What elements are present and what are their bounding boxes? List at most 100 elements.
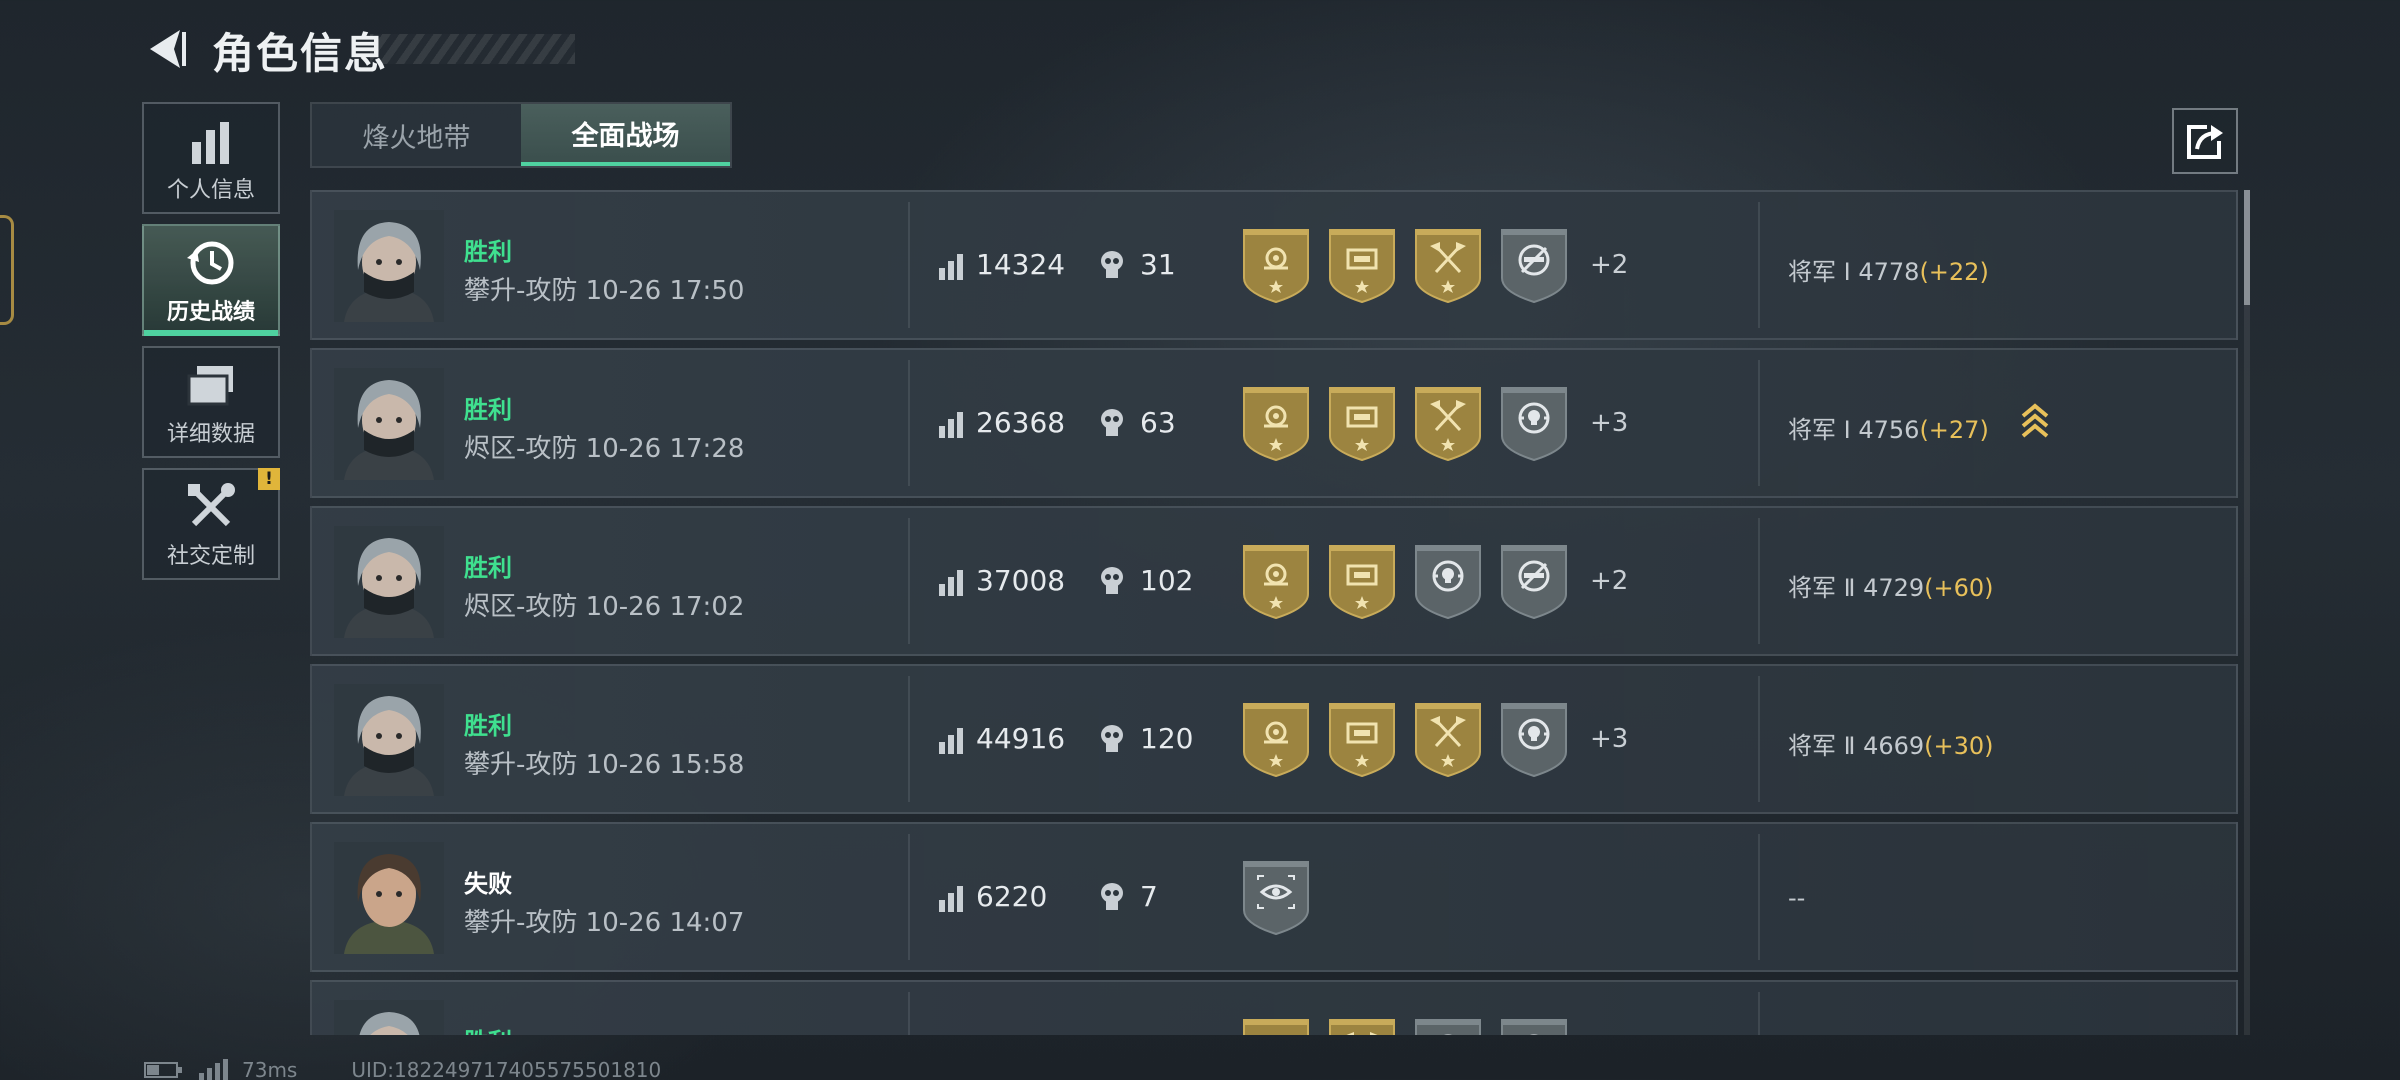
match-time: 10-26 17:28 xyxy=(585,434,745,464)
rank-title: 将军 Ⅰ xyxy=(1788,258,1851,286)
match-row[interactable]: 胜利 烬区-攻防 10-26 17:28 26368 63 +3 将军 Ⅰ 4756(+2… xyxy=(310,348,2238,498)
axe-medal-icon[interactable] xyxy=(1414,702,1482,782)
sidebar-item-match-history[interactable]: 历史战绩 xyxy=(142,224,280,336)
history-clock-icon xyxy=(187,241,234,285)
medal-list xyxy=(1242,702,1568,782)
tab-all-out-warfare[interactable]: 全面战场 xyxy=(521,104,730,166)
avatar xyxy=(334,210,444,322)
match-mode-time: 烬区-攻防 10-26 17:28 xyxy=(464,428,744,465)
folder-stack-icon xyxy=(187,366,233,406)
match-row[interactable]: 胜利 攀升-攻防 10-26 15:58 44916 120 +3 将军 Ⅱ 4669(+… xyxy=(310,664,2238,814)
rose-medal-icon[interactable] xyxy=(1242,544,1310,624)
skull-icon xyxy=(1101,567,1123,594)
score-bars-icon xyxy=(939,886,963,912)
divider xyxy=(908,360,910,486)
skull-icon xyxy=(1101,883,1123,910)
tank-medal-icon[interactable] xyxy=(1328,386,1396,466)
match-row[interactable]: 胜利 xyxy=(310,980,2238,1035)
match-mode: 烬区-攻防 xyxy=(464,434,578,464)
back-arrow-icon xyxy=(150,30,186,68)
rank-info: -- xyxy=(1788,884,1805,912)
rose-medal-icon[interactable] xyxy=(1242,228,1310,308)
edge-decoration xyxy=(0,215,14,325)
gray-no-gun-medal-icon[interactable] xyxy=(1500,1018,1568,1035)
share-button[interactable] xyxy=(2172,108,2238,174)
match-mode-time: 攀升-攻防 10-26 15:58 xyxy=(464,744,744,781)
rank-title: 将军 Ⅱ xyxy=(1788,574,1856,602)
tank-medal-icon[interactable] xyxy=(1242,1018,1310,1035)
gray-no-gun-medal-icon[interactable] xyxy=(1500,544,1568,624)
tools-icon xyxy=(188,483,235,527)
avatar xyxy=(334,368,444,480)
match-kills: 63 xyxy=(1140,406,1176,439)
divider xyxy=(908,676,910,802)
divider xyxy=(1758,360,1760,486)
score-bars-icon xyxy=(939,570,963,596)
match-history-list[interactable]: 胜利 攀升-攻防 10-26 17:50 14324 31 +2 将军 Ⅰ 4778(+2… xyxy=(310,190,2238,1035)
gray-skull-target-medal-icon[interactable] xyxy=(1414,544,1482,624)
divider xyxy=(1758,992,1760,1035)
skull-icon xyxy=(1101,409,1123,436)
rose-medal-icon[interactable] xyxy=(1242,702,1310,782)
signal-icon xyxy=(199,1059,228,1080)
rank-delta: (+22) xyxy=(1919,258,1989,286)
match-result: 胜利 xyxy=(464,712,512,740)
more-medals-count: +2 xyxy=(1590,250,1629,280)
divider xyxy=(1758,518,1760,644)
divider xyxy=(908,992,910,1035)
divider xyxy=(1758,676,1760,802)
sidebar-item-detail-data[interactable]: 详细数据 xyxy=(142,346,280,458)
axe-medal-icon[interactable] xyxy=(1328,1018,1396,1035)
match-mode: 攀升-攻防 xyxy=(464,908,578,938)
title-decoration xyxy=(370,34,575,64)
divider xyxy=(1758,202,1760,328)
tank-medal-icon[interactable] xyxy=(1328,544,1396,624)
more-medals-count: +3 xyxy=(1590,724,1629,754)
sidebar-item-social-custom[interactable]: ! 社交定制 xyxy=(142,468,280,580)
avatar xyxy=(334,684,444,796)
gray-skull-target-medal-icon[interactable] xyxy=(1500,702,1568,782)
skull-icon xyxy=(1101,251,1123,278)
back-button[interactable] xyxy=(140,24,192,74)
gray-skull-target-medal-icon[interactable] xyxy=(1500,386,1568,466)
rank-points: 4756 xyxy=(1858,416,1920,444)
rank-delta: (+30) xyxy=(1924,732,1994,760)
uid-text: UID:18224971740557550181​0 xyxy=(351,1058,662,1080)
match-result: 胜利 xyxy=(464,396,512,424)
rank-info: 将军 Ⅱ 4729(+60) xyxy=(1788,568,1994,603)
match-row[interactable]: 胜利 烬区-攻防 10-26 17:02 37008 102 +2 将军 Ⅱ 4729(+… xyxy=(310,506,2238,656)
match-kills: 120 xyxy=(1140,722,1194,755)
match-result: 胜利 xyxy=(464,1022,512,1035)
match-mode: 攀升-攻防 xyxy=(464,750,578,780)
mode-tabs: 烽火地带 全面战场 xyxy=(310,102,732,168)
tank-medal-icon[interactable] xyxy=(1328,702,1396,782)
match-mode-time: 攀升-攻防 10-26 14:07 xyxy=(464,902,744,939)
match-row[interactable]: 胜利 攀升-攻防 10-26 17:50 14324 31 +2 将军 Ⅰ 4778(+2… xyxy=(310,190,2238,340)
rose-medal-icon[interactable] xyxy=(1242,386,1310,466)
tank-medal-icon[interactable] xyxy=(1328,228,1396,308)
tab-hazard-zone[interactable]: 烽火地带 xyxy=(312,104,521,166)
sidebar-item-personal-info[interactable]: 个人信息 xyxy=(142,102,280,214)
score-bars-icon xyxy=(939,254,963,280)
medal-list xyxy=(1242,544,1568,624)
sidebar-item-label: 个人信息 xyxy=(166,178,255,203)
axe-medal-icon[interactable] xyxy=(1414,228,1482,308)
scrollbar-track[interactable] xyxy=(2244,190,2250,1035)
axe-medal-icon[interactable] xyxy=(1414,386,1482,466)
rank-info: 将军 Ⅰ 4756(+27) xyxy=(1788,410,1989,445)
medal-list xyxy=(1242,386,1568,466)
scrollbar-thumb[interactable] xyxy=(2244,190,2250,305)
score-bars-icon xyxy=(939,412,963,438)
battery-icon xyxy=(144,1062,182,1078)
divider xyxy=(908,202,910,328)
bar-chart-icon xyxy=(192,122,229,164)
more-medals-count: +2 xyxy=(1590,566,1629,596)
match-score: 44916 xyxy=(976,722,1066,755)
match-row[interactable]: 失败 攀升-攻防 10-26 14:07 6220 7 -- xyxy=(310,822,2238,972)
gray-eye-target-medal-icon[interactable] xyxy=(1242,860,1310,940)
gray-no-gun-medal-icon[interactable] xyxy=(1500,228,1568,308)
more-medals-count: +3 xyxy=(1590,408,1629,438)
rank-title: -- xyxy=(1788,884,1806,912)
page-title: 角色信息 xyxy=(212,29,389,78)
gray-skull-target-medal-icon[interactable] xyxy=(1414,1018,1482,1035)
